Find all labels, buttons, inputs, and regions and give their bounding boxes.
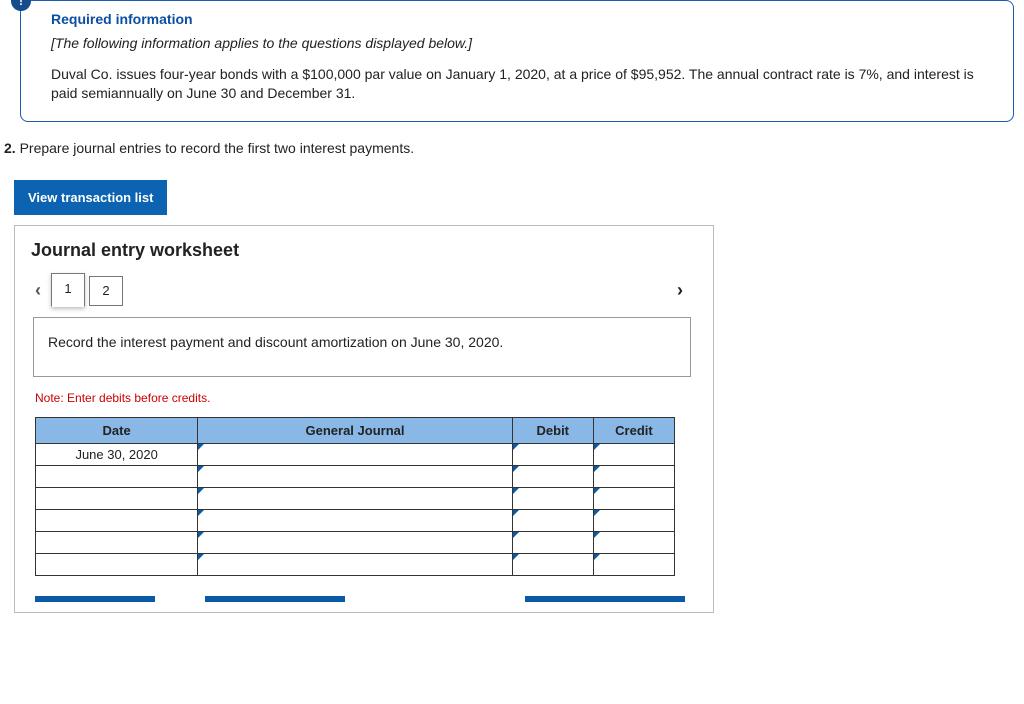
- view-transaction-list-button[interactable]: View transaction list: [14, 180, 167, 215]
- dropdown-marker-icon: [513, 510, 519, 516]
- dropdown-marker-icon: [594, 444, 600, 450]
- cell-debit[interactable]: [512, 443, 593, 465]
- worksheet-pager: ‹ 1 2 ›: [29, 275, 699, 307]
- cell-date[interactable]: [36, 509, 198, 531]
- col-header-debit: Debit: [512, 417, 593, 443]
- cell-date[interactable]: June 30, 2020: [36, 443, 198, 465]
- dropdown-marker-icon: [594, 554, 600, 560]
- table-row: [36, 487, 675, 509]
- entry-instruction: Record the interest payment and discount…: [33, 317, 691, 377]
- cell-credit[interactable]: [593, 465, 674, 487]
- dropdown-marker-icon: [513, 466, 519, 472]
- dropdown-marker-icon: [594, 488, 600, 494]
- cell-debit[interactable]: [512, 509, 593, 531]
- scenario-text: Duval Co. issues four-year bonds with a …: [51, 65, 989, 103]
- col-header-date: Date: [36, 417, 198, 443]
- dropdown-marker-icon: [513, 444, 519, 450]
- dropdown-marker-icon: [513, 488, 519, 494]
- dropdown-marker-icon: [198, 532, 204, 538]
- cell-date[interactable]: [36, 487, 198, 509]
- dropdown-marker-icon: [198, 488, 204, 494]
- cell-general-journal[interactable]: [198, 465, 512, 487]
- journal-entry-body: June 30, 2020: [36, 443, 675, 575]
- cell-credit[interactable]: [593, 443, 674, 465]
- question-line: 2. Prepare journal entries to record the…: [4, 140, 1024, 156]
- table-row: [36, 553, 675, 575]
- cell-general-journal[interactable]: [198, 509, 512, 531]
- cell-general-journal[interactable]: [198, 531, 512, 553]
- table-row: June 30, 2020: [36, 443, 675, 465]
- cell-credit[interactable]: [593, 531, 674, 553]
- cell-debit[interactable]: [512, 465, 593, 487]
- cell-general-journal[interactable]: [198, 553, 512, 575]
- cell-date[interactable]: [36, 465, 198, 487]
- tab-1[interactable]: 1: [51, 273, 85, 307]
- note-line: Note: Enter debits before credits.: [35, 391, 699, 405]
- question-number: 2.: [4, 140, 16, 156]
- question-text: Prepare journal entries to record the fi…: [20, 140, 415, 156]
- col-header-general-journal: General Journal: [198, 417, 512, 443]
- dropdown-marker-icon: [513, 532, 519, 538]
- bottom-action-bar: [35, 596, 699, 602]
- dropdown-marker-icon: [513, 554, 519, 560]
- action-button-partial[interactable]: [35, 596, 155, 602]
- table-row: [36, 509, 675, 531]
- info-icon: !: [11, 0, 31, 11]
- cell-debit[interactable]: [512, 487, 593, 509]
- dropdown-marker-icon: [198, 510, 204, 516]
- required-info-box: ! Required information [The following in…: [20, 0, 1014, 122]
- table-row: [36, 531, 675, 553]
- dropdown-marker-icon: [594, 510, 600, 516]
- cell-general-journal[interactable]: [198, 487, 512, 509]
- cell-credit[interactable]: [593, 553, 674, 575]
- action-button-partial[interactable]: [205, 596, 345, 602]
- tab-2[interactable]: 2: [89, 276, 123, 306]
- cell-credit[interactable]: [593, 487, 674, 509]
- cell-date[interactable]: [36, 553, 198, 575]
- table-row: [36, 465, 675, 487]
- cell-debit[interactable]: [512, 531, 593, 553]
- dropdown-marker-icon: [594, 466, 600, 472]
- applies-line: [The following information applies to th…: [51, 35, 989, 51]
- dropdown-marker-icon: [594, 532, 600, 538]
- col-header-credit: Credit: [593, 417, 674, 443]
- cell-debit[interactable]: [512, 553, 593, 575]
- cell-date[interactable]: [36, 531, 198, 553]
- dropdown-marker-icon: [198, 444, 204, 450]
- action-button-partial[interactable]: [525, 596, 685, 602]
- journal-entry-worksheet: Journal entry worksheet ‹ 1 2 › Record t…: [14, 225, 714, 613]
- chevron-left-icon[interactable]: ‹: [29, 280, 47, 301]
- dropdown-marker-icon: [198, 466, 204, 472]
- dropdown-marker-icon: [198, 554, 204, 560]
- cell-general-journal[interactable]: [198, 443, 512, 465]
- required-info-title: Required information: [51, 11, 989, 27]
- journal-entry-table: Date General Journal Debit Credit June 3…: [35, 417, 675, 576]
- worksheet-title: Journal entry worksheet: [31, 240, 699, 261]
- cell-credit[interactable]: [593, 509, 674, 531]
- chevron-right-icon[interactable]: ›: [671, 280, 689, 301]
